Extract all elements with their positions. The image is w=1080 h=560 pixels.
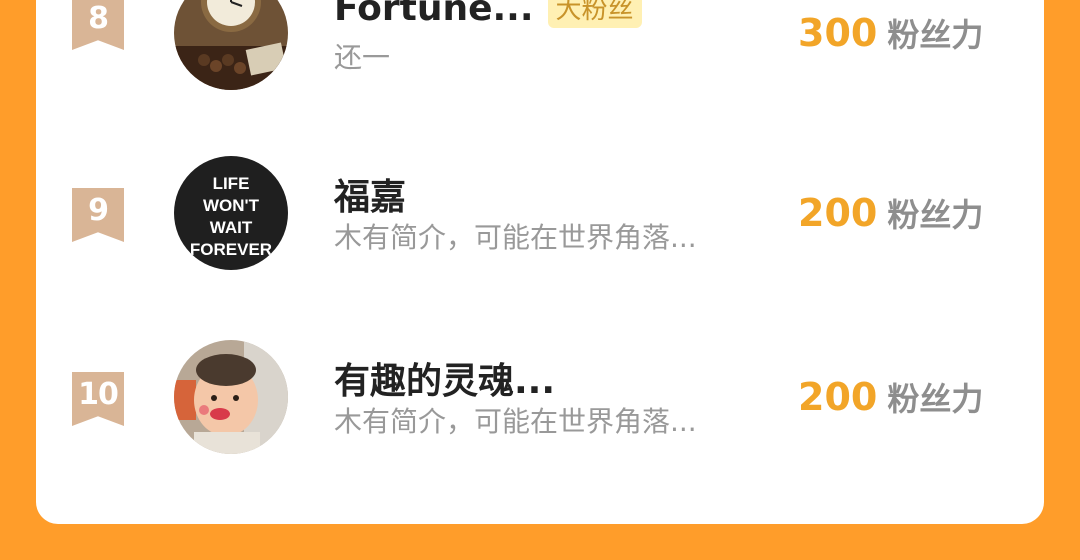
user-description: 木有简介，可能在世界角落... <box>334 221 697 254</box>
text-poster-icon: LIFE WON'T WAIT FOREVER <box>174 156 288 270</box>
score-unit: 粉丝力 <box>887 196 984 234</box>
user-description: 还一 <box>334 41 391 74</box>
user-description: 木有简介，可能在世界角落... <box>334 405 697 438</box>
score-unit: 粉丝力 <box>887 16 984 54</box>
avatar-clock[interactable] <box>174 0 288 90</box>
score-unit: 粉丝力 <box>887 380 984 418</box>
leaderboard-card: 8 Fortune... 大粉丝 还一 300 粉丝力 9 LIFE WON'T… <box>36 0 1044 524</box>
avatar-text-line: LIFE <box>213 174 250 193</box>
clock-photo-icon <box>174 0 288 90</box>
fan-power-score: 200 粉丝力 <box>798 190 983 236</box>
rank-ribbon-icon: 10 <box>72 372 124 426</box>
avatar-life-wont-wait[interactable]: LIFE WON'T WAIT FOREVER <box>174 156 288 270</box>
fan-power-score: 300 粉丝力 <box>798 10 983 56</box>
score-value: 300 <box>798 11 878 55</box>
avatar-text-line: WAIT <box>210 218 253 237</box>
user-name-text: Fortune... <box>334 0 534 29</box>
rank-ribbon-icon: 9 <box>72 188 124 242</box>
leaderboard-row[interactable]: 8 Fortune... 大粉丝 还一 300 粉丝力 <box>36 0 1044 106</box>
user-name: 有趣的灵魂... <box>334 361 556 402</box>
avatar-text-line: FOREVER <box>190 240 272 259</box>
score-value: 200 <box>798 191 878 235</box>
user-name: Fortune... 大粉丝 <box>334 0 642 29</box>
rank-ribbon-icon: 8 <box>72 0 124 50</box>
avatar-text-line: WON'T <box>203 196 260 215</box>
avatar-baby[interactable] <box>174 340 288 454</box>
fan-power-score: 200 粉丝力 <box>798 374 983 420</box>
baby-photo-icon <box>174 340 288 454</box>
leaderboard-row[interactable]: 10 有趣的灵魂... 木有简介，可能在世界角落... 200 粉丝力 <box>36 340 1044 470</box>
score-value: 200 <box>798 375 878 419</box>
user-name: 福嘉 <box>334 177 407 218</box>
fan-level-badge: 大粉丝 <box>547 0 642 28</box>
leaderboard-row[interactable]: 9 LIFE WON'T WAIT FOREVER 福嘉 木有简介，可能在世界角… <box>36 156 1044 286</box>
